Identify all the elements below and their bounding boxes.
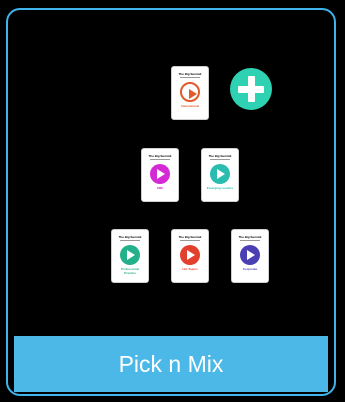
tablet-caption: Hot Topics: [182, 267, 198, 271]
store-icon: [150, 164, 170, 184]
tablet-brand: The Big Summit: [178, 72, 202, 76]
globe-icon: [180, 82, 200, 102]
flame-icon: [180, 245, 200, 265]
tablet-brand: The Big Summit: [148, 154, 172, 158]
tablet-brand: The Big Summit: [208, 154, 232, 158]
tablet-caption: SME: [156, 186, 164, 190]
pick-n-mix-card[interactable]: The Big Summit International The Big Sum…: [6, 8, 336, 396]
product-showcase: The Big Summit International The Big Sum…: [14, 16, 328, 334]
tablet-brand: The Big Summit: [178, 235, 202, 239]
tablet-emerging-leaders: The Big Summit Emerging Leaders: [201, 148, 239, 202]
pick-n-mix-label[interactable]: Pick n Mix: [14, 336, 328, 392]
tablet-caption: Emerging Leaders: [206, 186, 234, 190]
document-icon: [120, 245, 140, 265]
tablet-brand: The Big Summit: [238, 235, 262, 239]
tablet-hot-topics: The Big Summit Hot Topics: [171, 229, 209, 283]
tablet-caption: Professional Practice: [120, 267, 139, 275]
tablet-professional-practice: The Big Summit Professional Practice: [111, 229, 149, 283]
tablet-international: The Big Summit International: [171, 66, 209, 120]
tablet-brand: The Big Summit: [118, 235, 142, 239]
tablet-caption: Corporate: [242, 267, 258, 271]
tablet-corporate: The Big Summit Corporate: [231, 229, 269, 283]
building-icon: [240, 245, 260, 265]
plus-icon[interactable]: [230, 68, 272, 110]
tablet-sme: The Big Summit SME: [141, 148, 179, 202]
people-icon: [210, 164, 230, 184]
tablet-caption: International: [180, 104, 199, 108]
